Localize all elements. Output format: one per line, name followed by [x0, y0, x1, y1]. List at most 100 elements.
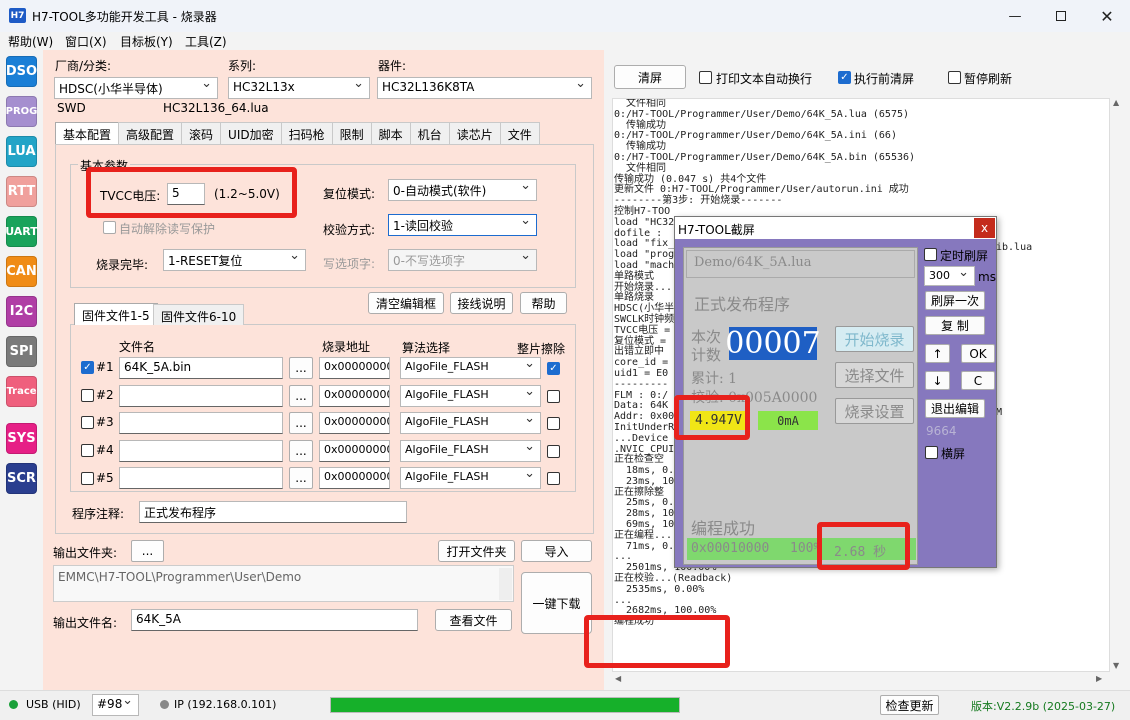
sidebar-uart[interactable]: UART [5, 216, 38, 247]
auto-unlock-checkbox[interactable] [103, 221, 116, 234]
verify-select[interactable]: 1-读回校验 [388, 214, 537, 236]
sidebar-spi[interactable]: SPI [6, 336, 37, 367]
sidebar-lua[interactable]: LUA [6, 136, 37, 167]
timer-refresh-checkbox[interactable] [924, 248, 937, 261]
file-row-1-browse[interactable]: ... [289, 357, 313, 379]
exit-edit-button[interactable]: 退出编辑 [925, 399, 985, 418]
file-row-1-checkbox[interactable]: ✓ [81, 361, 94, 374]
reset-select[interactable]: 0-自动模式(软件) [388, 179, 537, 201]
open-folder-button[interactable]: 打开文件夹 [438, 540, 515, 562]
file-row-2-algo[interactable]: AlgoFile_FLASH [400, 385, 541, 407]
tab-machine[interactable]: 机台 [409, 122, 450, 144]
maximize-button[interactable] [1038, 0, 1084, 32]
file-row-5-name[interactable] [119, 467, 283, 489]
minimize-button[interactable]: — [992, 0, 1038, 32]
refresh-interval-select[interactable]: 300 [924, 266, 975, 286]
scroll-up-icon[interactable]: ▲ [1113, 98, 1119, 107]
file-row-3-address[interactable]: 0x00000000 [319, 412, 390, 434]
file-row-4-browse[interactable]: ... [289, 440, 313, 462]
file-row-4-address[interactable]: 0x00000000 [319, 440, 390, 462]
port-select[interactable]: #98 [92, 694, 139, 716]
copy-button[interactable]: 复 制 [925, 316, 985, 335]
refresh-once-button[interactable]: 刷屏一次 [925, 291, 985, 310]
sidebar-trace[interactable]: Trace [6, 376, 37, 407]
tab-script[interactable]: 脚本 [370, 122, 411, 144]
file-row-3-algo[interactable]: AlgoFile_FLASH [400, 412, 541, 434]
tab-firmware-1-5[interactable]: 固件文件1-5 [74, 303, 158, 325]
wiring-button[interactable]: 接线说明 [450, 292, 513, 314]
screen-select-file-button[interactable]: 选择文件 [835, 362, 914, 388]
output-path-scrollbar[interactable] [499, 568, 512, 600]
file-row-4-erase[interactable] [547, 445, 560, 458]
file-row-4-checkbox[interactable] [81, 444, 94, 457]
file-row-5-algo[interactable]: AlgoFile_FLASH [400, 467, 541, 489]
screen-settings-button[interactable]: 烧录设置 [835, 398, 914, 424]
write-option-select[interactable]: 0-不写选项字 [388, 249, 537, 271]
tab-file[interactable]: 文件 [499, 122, 540, 144]
note-input[interactable]: 正式发布程序 [139, 501, 407, 523]
log-horizontal-scrollbar[interactable]: ◀ ▶ [612, 672, 1110, 686]
file-row-1-name[interactable]: 64K_5A.bin [119, 357, 283, 379]
series-select[interactable]: HC32L13x [228, 77, 370, 99]
tab-basic[interactable]: 基本配置 [55, 122, 120, 145]
screen-start-button[interactable]: 开始烧录 [835, 326, 914, 352]
view-file-button[interactable]: 查看文件 [435, 609, 512, 631]
landscape-checkbox[interactable] [925, 446, 938, 459]
help-button[interactable]: 帮助 [520, 292, 567, 314]
scroll-down-icon[interactable]: ▼ [1113, 661, 1119, 670]
output-folder-browse[interactable]: ... [131, 540, 164, 562]
tab-limit[interactable]: 限制 [331, 122, 372, 144]
menu-tools[interactable]: 工具(Z) [185, 33, 227, 50]
autowrap-checkbox[interactable] [699, 71, 712, 84]
sidebar-i2c[interactable]: I2C [6, 296, 37, 327]
file-row-1-erase[interactable]: ✓ [547, 362, 560, 375]
clear-before-checkbox[interactable]: ✓ [838, 71, 851, 84]
tab-uid-encrypt[interactable]: UID加密 [220, 122, 282, 144]
done-select[interactable]: 1-RESET复位 [163, 249, 306, 271]
tab-firmware-6-10[interactable]: 固件文件6-10 [153, 304, 245, 325]
file-row-5-erase[interactable] [547, 472, 560, 485]
ok-button[interactable]: OK [961, 344, 995, 363]
file-row-4-algo[interactable]: AlgoFile_FLASH [400, 440, 541, 462]
file-row-5-address[interactable]: 0x00000000 [319, 467, 390, 489]
file-row-2-address[interactable]: 0x00000000 [319, 385, 390, 407]
file-row-2-browse[interactable]: ... [289, 385, 313, 407]
menu-target[interactable]: 目标板(Y) [120, 33, 173, 50]
scroll-right-icon[interactable]: ▶ [1096, 674, 1102, 683]
file-row-3-checkbox[interactable] [81, 416, 94, 429]
popup-close-button[interactable]: x [974, 218, 995, 238]
clear-edit-button[interactable]: 清空编辑框 [368, 292, 444, 314]
import-button[interactable]: 导入 [521, 540, 592, 562]
sidebar-sys[interactable]: SYS [6, 423, 37, 454]
sidebar-rtt[interactable]: RTT [6, 176, 37, 207]
file-row-2-checkbox[interactable] [81, 389, 94, 402]
tab-advanced[interactable]: 高级配置 [118, 122, 183, 144]
sidebar-prog[interactable]: PROG [6, 96, 37, 127]
file-row-3-erase[interactable] [547, 417, 560, 430]
one-click-download-button[interactable]: 一键下载 [521, 572, 592, 634]
menu-window[interactable]: 窗口(X) [65, 33, 107, 50]
file-row-2-name[interactable] [119, 385, 283, 407]
file-row-1-algo[interactable]: AlgoFile_FLASH [400, 357, 541, 379]
pause-refresh-checkbox[interactable] [948, 71, 961, 84]
sidebar-scr[interactable]: SCR [6, 463, 37, 494]
file-row-5-checkbox[interactable] [81, 472, 94, 485]
vendor-select[interactable]: HDSC(小华半导体) [54, 77, 218, 99]
clear-log-button[interactable]: 清屏 [614, 65, 686, 89]
file-row-5-browse[interactable]: ... [289, 467, 313, 489]
log-vertical-scrollbar[interactable]: ▲ ▼ [1110, 98, 1124, 672]
c-button[interactable]: C [961, 371, 995, 390]
down-arrow-icon[interactable]: ↓ [925, 371, 950, 390]
file-row-3-browse[interactable]: ... [289, 412, 313, 434]
scroll-left-icon[interactable]: ◀ [615, 674, 621, 683]
menu-help[interactable]: 帮助(W) [8, 33, 53, 50]
file-row-1-address[interactable]: 0x00000000 [319, 357, 390, 379]
output-name-input[interactable]: 64K_5A [131, 609, 418, 631]
tab-read-chip[interactable]: 读芯片 [448, 122, 501, 144]
up-arrow-icon[interactable]: ↑ [925, 344, 950, 363]
close-button[interactable]: ✕ [1084, 0, 1130, 32]
sidebar-dso[interactable]: DSO [6, 56, 37, 87]
tab-rolling-code[interactable]: 滚码 [181, 122, 222, 144]
chip-select[interactable]: HC32L136K8TA [377, 77, 592, 99]
output-path[interactable]: EMMC\H7-TOOL\Programmer\User\Demo [53, 565, 514, 602]
